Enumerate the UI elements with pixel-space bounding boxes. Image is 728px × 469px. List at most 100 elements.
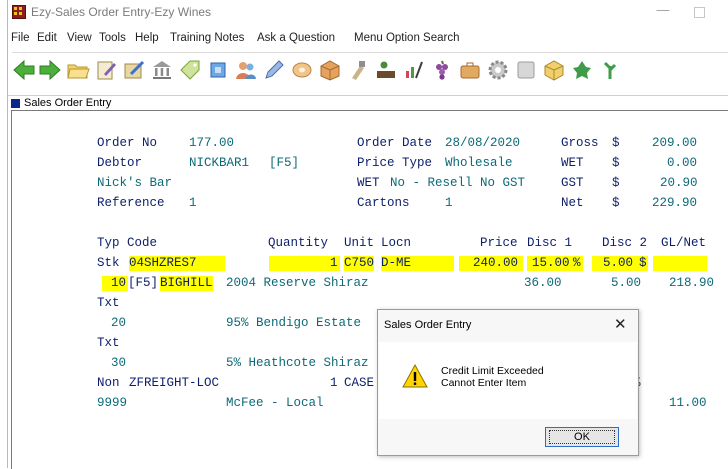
brush-icon[interactable] [346, 58, 370, 82]
line1-quantity[interactable]: 1 [330, 256, 338, 271]
form-caption-label: Sales Order Entry [24, 97, 112, 109]
roll-icon[interactable] [290, 58, 314, 82]
line4-description: 95% Bendigo Estate [226, 316, 362, 330]
line5-type: Txt [97, 336, 120, 350]
line7-quantity: 1 [330, 376, 338, 390]
wet-setting-value[interactable]: No - Resell No GST [390, 176, 525, 191]
dialog-body: Credit Limit Exceeded Cannot Enter Item [379, 342, 637, 419]
dialog-message-line2: Cannot Enter Item [441, 377, 527, 389]
menu-tools[interactable]: Tools [99, 32, 126, 44]
line6-description: 5% Heathcote Shiraz [226, 356, 369, 370]
menu-help[interactable]: Help [135, 32, 159, 44]
line1-price[interactable]: 240.00 [473, 256, 518, 271]
menu-option-search[interactable]: Menu Option Search [354, 32, 459, 44]
maximize-button[interactable] [694, 7, 705, 18]
debtor-lookup-key[interactable]: [F5] [269, 156, 299, 171]
chart-pen-icon[interactable] [402, 58, 426, 82]
order-no-label: Order No [97, 136, 158, 150]
toolbar [12, 52, 728, 88]
dialog-message-line1: Credit Limit Exceeded [441, 365, 544, 377]
window-icon[interactable] [514, 58, 538, 82]
menu-file[interactable]: File [11, 32, 30, 44]
gst-value: 20.90 [660, 176, 698, 190]
window-title: Ezy-Sales Order Entry-Ezy Wines [31, 5, 212, 19]
column-typ-code: Typ Code [97, 236, 158, 250]
wet-setting-label: WET [357, 176, 380, 190]
credit-limit-dialog: Sales Order Entry ✕ Credit Limit Exceede… [377, 309, 639, 456]
menu-training-notes[interactable]: Training Notes [170, 32, 244, 44]
line2-discount: 5.00 [611, 276, 642, 290]
line1-locn[interactable]: D-ME [381, 256, 411, 271]
line8-description: McFee - Local [226, 396, 324, 410]
debtor-name: Nick's Bar [97, 176, 173, 190]
grapes-icon[interactable] [430, 58, 454, 82]
chip-icon[interactable] [206, 58, 230, 82]
line2-code[interactable]: BIGHILL [160, 276, 213, 291]
line1-disc1-percent: % [573, 256, 581, 270]
gross-value: 209.00 [652, 136, 698, 150]
users-icon[interactable] [234, 58, 258, 82]
net-label: Net [561, 196, 584, 210]
pencil-icon[interactable] [262, 58, 286, 82]
forward-arrow-icon[interactable] [38, 58, 62, 82]
write-icon[interactable] [122, 58, 146, 82]
line7-code: ZFREIGHT-LOC [129, 376, 220, 390]
line3-type: Txt [97, 296, 120, 310]
gross-currency: $ [612, 136, 620, 150]
plant-icon[interactable] [598, 58, 622, 82]
cartons-label: Cartons [357, 196, 410, 210]
box-icon[interactable] [318, 58, 342, 82]
menu-edit[interactable]: Edit [37, 32, 57, 44]
cube-icon[interactable] [542, 58, 566, 82]
line2-lookup-key[interactable]: [F5] [128, 276, 158, 291]
briefcase-icon[interactable] [458, 58, 482, 82]
column-disc-2: Disc 2 [602, 236, 648, 250]
minimize-button[interactable]: — [656, 3, 670, 18]
debtor-value[interactable]: NICKBAR1 [189, 156, 249, 171]
line1-unit[interactable]: C750 [344, 256, 375, 271]
cartons-value: 1 [445, 196, 453, 210]
column-disc-1: Disc 1 [527, 236, 573, 250]
line8-number: 9999 [97, 396, 128, 410]
line4-number: 20 [111, 316, 127, 330]
line1-disc1[interactable]: 15.00 [532, 256, 570, 271]
price-type-value[interactable]: Wholesale [445, 156, 513, 171]
price-type-label: Price Type [357, 156, 433, 170]
net-currency: $ [612, 196, 620, 210]
debtor-label: Debtor [97, 156, 143, 170]
line1-disc2[interactable]: 5.00 [603, 256, 633, 271]
menu-ask-a-question[interactable]: Ask a Question [257, 32, 335, 44]
order-date-value[interactable]: 28/08/2020 [445, 136, 520, 151]
gst-label: GST [561, 176, 584, 190]
line7-unit: CASE [344, 376, 375, 390]
column-price: Price [480, 236, 518, 250]
column-gl-net: GL/Net [661, 236, 707, 250]
close-icon[interactable]: ✕ [614, 315, 627, 333]
menu-bar: File Edit View Tools Help Training Notes… [8, 32, 728, 50]
bank-icon[interactable] [150, 58, 174, 82]
reference-value[interactable]: 1 [189, 196, 197, 211]
warning-icon [402, 363, 428, 388]
app-window: Ezy-Sales Order Entry-Ezy Wines — File E… [7, 0, 728, 469]
line7-type: Non [97, 376, 120, 390]
ok-button[interactable]: OK [545, 427, 619, 447]
wet-total-value: 0.00 [667, 156, 698, 170]
open-folder-icon[interactable] [66, 58, 90, 82]
person-desk-icon[interactable] [374, 58, 398, 82]
line1-glnet-field[interactable] [653, 256, 707, 271]
line1-code[interactable]: 04SHZRES7 [129, 256, 197, 271]
line2-qty[interactable]: 10 [111, 276, 126, 291]
menu-view[interactable]: View [67, 32, 92, 44]
dialog-title: Sales Order Entry [384, 319, 472, 331]
leaf-icon[interactable] [570, 58, 594, 82]
gear-icon[interactable] [486, 58, 510, 82]
column-unit: Unit [344, 236, 375, 250]
order-no-value[interactable]: 177.00 [189, 136, 234, 151]
back-arrow-icon[interactable] [12, 58, 36, 82]
column-quantity: Quantity [268, 236, 329, 250]
order-date-label: Order Date [357, 136, 433, 150]
tag-icon[interactable] [178, 58, 202, 82]
line2-price: 36.00 [524, 276, 562, 290]
edit-document-icon[interactable] [94, 58, 118, 82]
wet-total-currency: $ [612, 156, 620, 170]
